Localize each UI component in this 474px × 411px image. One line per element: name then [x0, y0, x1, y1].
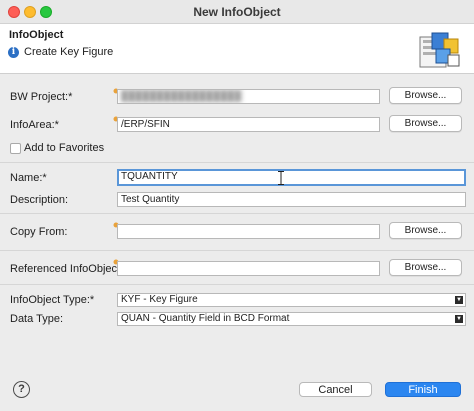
- page-title: InfoObject: [9, 29, 64, 41]
- separator: [0, 213, 474, 214]
- wizard-header: InfoObject i Create Key Figure: [0, 24, 474, 74]
- chevron-down-icon: ▼: [455, 296, 463, 304]
- bw-project-browse-button[interactable]: Browse...: [389, 87, 462, 104]
- text-cursor-icon: [278, 171, 284, 185]
- separator: [0, 162, 474, 163]
- infoarea-label: InfoArea:*: [10, 119, 59, 131]
- bw-project-field[interactable]: █████████████████: [117, 89, 380, 104]
- separator: [0, 284, 474, 285]
- wizard-graphic-icon: [419, 32, 460, 68]
- referenced-infoobject-field[interactable]: [117, 261, 380, 276]
- referenced-infoobject-browse-button[interactable]: Browse...: [389, 259, 462, 276]
- description-field[interactable]: Test Quantity: [117, 192, 466, 207]
- infoobject-type-value: KYF - Key Figure: [121, 294, 198, 305]
- info-icon: i: [8, 47, 19, 58]
- copy-from-field[interactable]: [117, 224, 380, 239]
- copy-from-browse-button[interactable]: Browse...: [389, 222, 462, 239]
- title-bar: New InfoObject: [0, 0, 474, 24]
- referenced-infoobject-label: Referenced InfoObject:: [10, 263, 124, 275]
- data-type-label: Data Type:: [10, 313, 63, 325]
- add-to-favorites-label: Add to Favorites: [24, 142, 105, 154]
- separator: [0, 250, 474, 251]
- description-label: Description:: [10, 194, 69, 206]
- finish-button[interactable]: Finish: [385, 382, 461, 397]
- window-title: New InfoObject: [193, 5, 281, 19]
- copy-from-label: Copy From:: [10, 226, 68, 238]
- infoobject-type-label: InfoObject Type:*: [10, 294, 95, 306]
- infoobject-type-select[interactable]: KYF - Key Figure ▼: [117, 293, 466, 307]
- name-label: Name:*: [10, 172, 47, 184]
- chevron-down-icon: ▼: [455, 315, 463, 323]
- cancel-button[interactable]: Cancel: [299, 382, 372, 397]
- data-type-value: QUAN - Quantity Field in BCD Format: [121, 313, 290, 324]
- header-message: Create Key Figure: [24, 46, 114, 58]
- data-type-select[interactable]: QUAN - Quantity Field in BCD Format ▼: [117, 312, 466, 326]
- name-field[interactable]: TQUANTITY: [117, 169, 466, 186]
- infoarea-field[interactable]: /ERP/SFIN: [117, 117, 380, 132]
- infoarea-browse-button[interactable]: Browse...: [389, 115, 462, 132]
- add-to-favorites-checkbox[interactable]: [10, 143, 21, 154]
- help-icon[interactable]: ?: [13, 381, 30, 398]
- bw-project-label: BW Project:*: [10, 91, 73, 103]
